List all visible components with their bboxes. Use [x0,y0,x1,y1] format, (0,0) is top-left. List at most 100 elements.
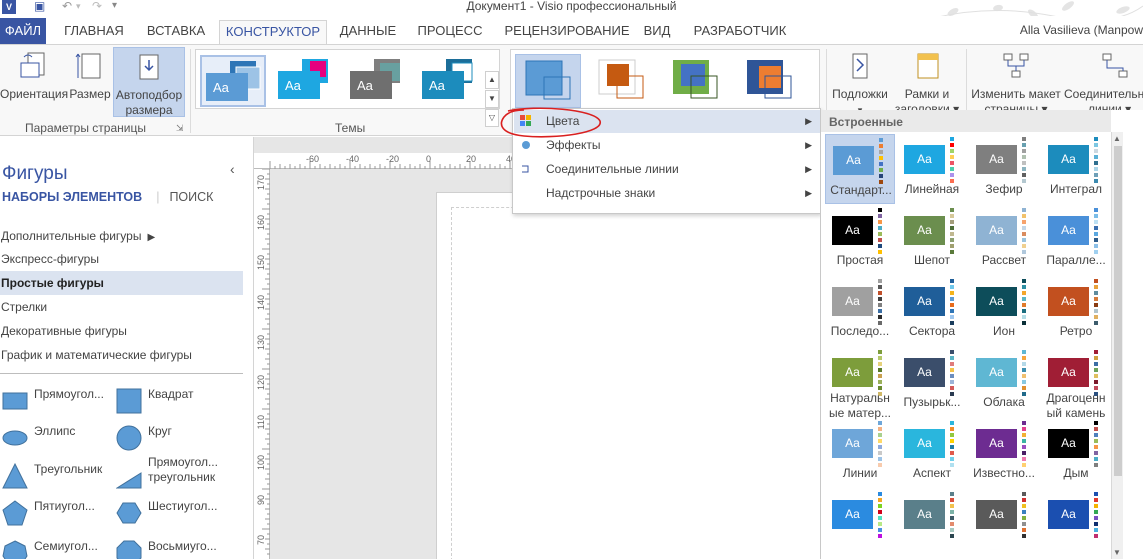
color-theme-option[interactable]: Aa Линейная [897,134,967,204]
master-triangle[interactable]: Треугольник [2,457,118,495]
color-theme-option[interactable]: Aa Стандарт... [825,134,895,204]
master-pentagon[interactable]: Пятиугол... [2,494,118,532]
master-right-triangle[interactable]: Прямоугол... треугольник [116,455,242,495]
master-hexagon[interactable]: Шестиугол... [116,494,242,532]
palette-dot [878,214,882,218]
tab-view[interactable]: ВИД [638,20,676,44]
color-theme-option[interactable]: Aa Паралле... [1041,205,1111,275]
variant-4[interactable] [737,54,803,108]
color-palette-dots [878,492,882,540]
menu-item-effects[interactable]: Эффекты ▶ [514,134,820,157]
stencil-graph-math[interactable]: График и математические фигуры [0,343,243,367]
colors-scrollbar[interactable]: ▲ ▼ [1111,132,1123,559]
stencil-quick-shapes[interactable]: Экспресс-фигуры [0,247,243,271]
autofit-page-icon [139,54,159,80]
variant-1[interactable] [515,54,581,108]
master-square[interactable]: Квадрат [116,382,242,420]
color-theme-name: Облака [983,395,1025,409]
drawing-page[interactable] [436,192,836,559]
scroll-thumb[interactable] [1114,146,1122,476]
color-theme-name: Известно... [973,466,1035,480]
tab-data[interactable]: ДАННЫЕ [334,20,402,44]
gallery-more-icon[interactable]: ▽ [485,109,499,127]
color-theme-option[interactable]: Aa Натуральн ые матер... [825,347,895,420]
palette-dot [1022,374,1026,378]
menu-item-embellishment[interactable]: Надстрочные знаки ▶ [514,182,820,205]
master-octagon[interactable]: Восьмиуго... [116,534,242,559]
theme-zephyr[interactable]: Aa [346,55,412,107]
theme-integral[interactable]: Aa [418,55,484,107]
user-account[interactable]: Alla Vasilieva (Manpow [1020,23,1143,37]
stencil-basic-shapes[interactable]: Простые фигуры [0,271,243,295]
color-theme-option[interactable]: Aa Дым [1041,418,1111,488]
autofit-button[interactable]: Автоподбор размера [113,47,185,117]
palette-dot [1022,510,1026,514]
tab-insert[interactable]: ВСТАВКА [138,20,214,44]
connectors-button[interactable]: Соединительные линии ▾ [1064,47,1143,116]
tab-file[interactable]: ФАЙЛ [0,18,46,44]
variants-gallery [510,49,820,111]
stencil-more-shapes[interactable]: Дополнительные фигуры ▶ [0,224,243,248]
scroll-up-icon[interactable]: ▲ [1113,134,1121,143]
palette-dot [950,214,954,218]
master-rectangle[interactable]: Прямоугол... [2,382,118,420]
color-theme-name-line: Драгоценн [1046,391,1106,405]
color-theme-name: Шепот [913,253,951,267]
size-button[interactable]: Размер [68,47,112,115]
color-theme-option[interactable]: Aa Зефир [969,134,1039,204]
dialog-launcher-icon[interactable]: ⇲ [176,123,184,134]
master-ellipse[interactable]: Эллипс [2,419,118,457]
tab-home[interactable]: ГЛАВНАЯ [56,20,132,44]
tab-stencils[interactable]: НАБОРЫ ЭЛЕМЕНТОВ [2,190,142,204]
color-theme-option[interactable]: Aa [969,489,1039,559]
color-theme-option[interactable]: Aa Облака [969,347,1039,417]
master-heptagon[interactable]: Семиугол... [2,534,118,559]
stencil-decorative[interactable]: Декоративные фигуры [0,319,243,343]
color-theme-option[interactable]: Aa Пузырьк... [897,347,967,417]
tab-process[interactable]: ПРОЦЕСС [410,20,490,44]
variant-2[interactable] [589,54,655,108]
color-theme-option[interactable]: Aa Драгоценн ый камень [1041,347,1111,420]
scroll-down-icon[interactable]: ▼ [1113,548,1121,557]
tab-review[interactable]: РЕЦЕНЗИРОВАНИЕ [500,20,634,44]
collapse-shapes-icon[interactable]: ‹ [230,161,235,177]
color-theme-option[interactable]: Aa Ретро [1041,276,1111,346]
color-theme-option[interactable]: Aa Ион [969,276,1039,346]
stencil-arrows[interactable]: Стрелки [0,295,243,319]
tab-search[interactable]: ПОИСК [169,190,213,204]
menu-item-colors[interactable]: Цвета ▶ [514,110,820,133]
color-theme-option[interactable]: Aa Аспект [897,418,967,488]
color-theme-option[interactable]: Aa Последо... [825,276,895,346]
menu-item-connectors[interactable]: Соединительные линии ▶ [514,158,820,181]
color-theme-option[interactable]: Aa [1041,489,1111,559]
color-theme-option[interactable]: Aa Линии [825,418,895,488]
palette-dot [879,150,883,154]
color-theme-option[interactable]: Aa Сектора [897,276,967,346]
variant-3[interactable] [663,54,729,108]
tab-design[interactable]: КОНСТРУКТОР [219,20,327,44]
color-theme-option[interactable]: Aa [825,489,895,559]
color-palette-dots [1094,492,1098,540]
relayout-page-button[interactable]: Изменить макет страницы ▾ [968,47,1064,116]
color-theme-option[interactable]: Aa Интеграл [1041,134,1111,204]
borders-titles-button[interactable]: Рамки и заголовки ▾ [892,47,962,116]
gallery-down-icon[interactable]: ▼ [485,90,499,108]
theme-linear[interactable]: Aa [274,55,340,107]
backgrounds-button[interactable]: Подложки ▾ [828,47,892,115]
orientation-button[interactable]: Ориентация [0,47,68,115]
color-theme-option[interactable]: Aa Известно... [969,418,1039,488]
palette-dot [878,374,882,378]
color-theme-option[interactable]: Aa [897,489,967,559]
tab-developer[interactable]: РАЗРАБОТЧИК [688,20,792,44]
master-circle[interactable]: Круг [116,419,242,457]
palette-dot [1094,309,1098,313]
theme-office[interactable]: Aa [200,55,266,107]
autofit-label-1: Автоподбор [115,88,183,102]
theme-aa-text: Aa [285,78,302,93]
palette-dot [950,220,954,224]
color-theme-option[interactable]: Aa Шепот [897,205,967,275]
color-theme-option[interactable]: Aa Рассвет [969,205,1039,275]
gallery-up-icon[interactable]: ▲ [485,71,499,89]
color-theme-option[interactable]: Aa Простая [825,205,895,275]
palette-dot [1094,137,1098,141]
